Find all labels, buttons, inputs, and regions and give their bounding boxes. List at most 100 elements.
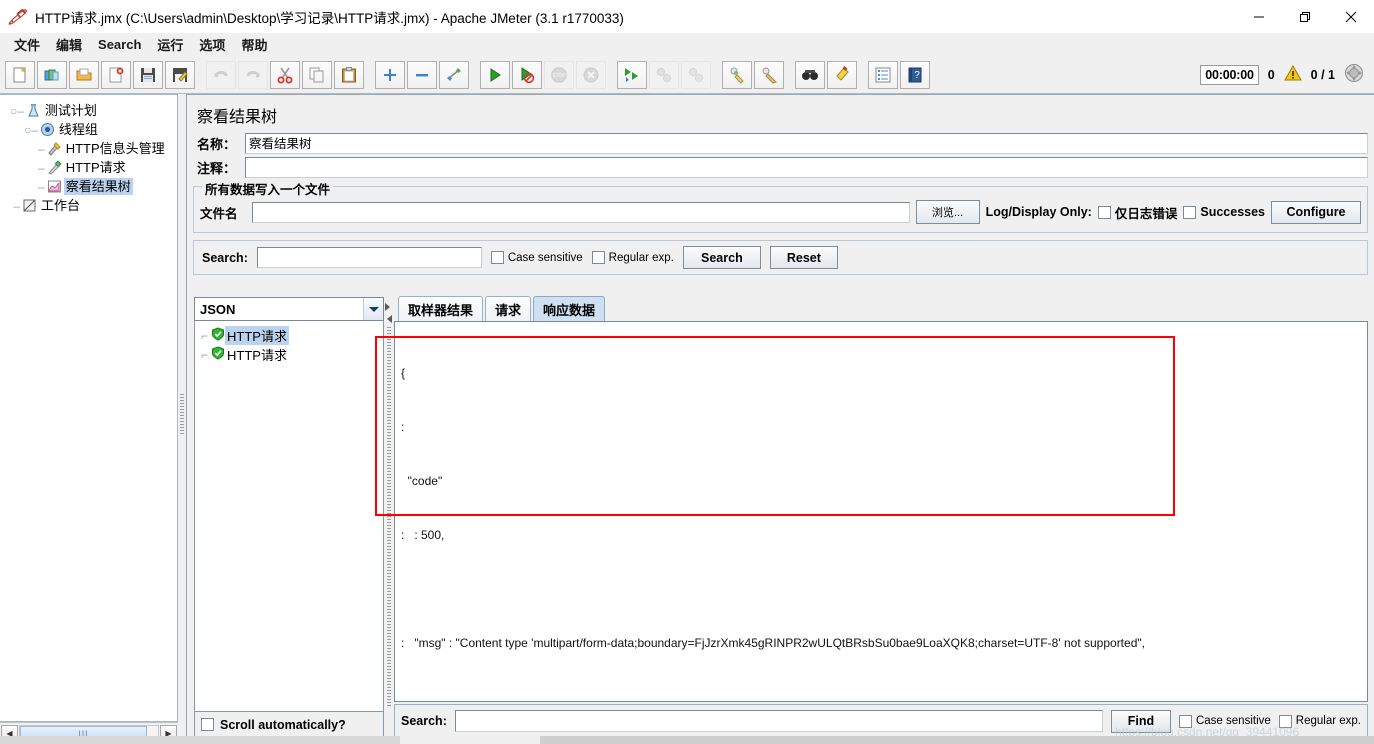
panel-regular-exp-wrap[interactable]: Regular exp. (591, 251, 674, 264)
find-button[interactable]: Find (1110, 709, 1171, 733)
close-button[interactable] (1328, 0, 1374, 34)
warning-count: 0 (1267, 67, 1275, 82)
tab-sampler-result[interactable]: 取样器结果 (398, 296, 484, 322)
panel-case-sensitive-wrap[interactable]: Case sensitive (490, 251, 583, 264)
toggle-icon[interactable] (439, 60, 469, 89)
redo-icon[interactable] (238, 60, 268, 89)
clear-all-icon[interactable] (754, 60, 784, 89)
tree-node-workbench[interactable]: – 工作台 (4, 196, 177, 215)
successes-checkbox[interactable] (1183, 205, 1197, 219)
tree-branch-4: – (10, 198, 21, 213)
split-collapse-right-icon[interactable] (387, 315, 392, 323)
tree-node-http-request[interactable]: – HTTP请求 (4, 158, 177, 177)
errors-only-checkbox-wrap[interactable]: 仅日志错误 (1097, 203, 1177, 222)
response-regular-exp-wrap[interactable]: Regular exp. (1278, 714, 1361, 728)
response-regular-exp-checkbox[interactable] (1278, 714, 1292, 728)
thread-status-icon (1344, 63, 1364, 86)
panel-search-button[interactable]: Search (682, 246, 761, 269)
start-no-pause-icon[interactable] (512, 60, 542, 89)
undo-icon[interactable] (206, 60, 236, 89)
search-icon[interactable] (795, 60, 825, 89)
menu-bar: 文件 编辑 Search 运行 选项 帮助 (0, 34, 1374, 56)
response-data-view[interactable]: { : "code" : : 500, : "msg" : "Content t… (394, 321, 1368, 702)
result-entry-1[interactable]: ⌐ HTTP请求 (201, 326, 383, 345)
results-split-divider[interactable] (384, 297, 394, 738)
tree-branch-1: – (38, 141, 45, 156)
minimize-button[interactable] (1236, 0, 1282, 34)
browse-button[interactable]: 浏览... (915, 200, 980, 224)
response-case-sensitive-wrap[interactable]: Case sensitive (1178, 714, 1271, 728)
clear-icon[interactable] (722, 60, 752, 89)
cut-icon[interactable] (270, 60, 300, 89)
shutdown-icon[interactable] (576, 60, 606, 89)
scroll-automatically-checkbox[interactable] (201, 718, 214, 731)
templates-icon[interactable] (37, 60, 67, 89)
remote-stop-all-icon[interactable] (649, 60, 679, 89)
close-icon[interactable] (101, 60, 131, 89)
tree-node-view-results-tree[interactable]: – 察看结果树 (4, 177, 177, 196)
copy-icon[interactable] (302, 60, 332, 89)
split-collapse-left-icon[interactable] (385, 303, 390, 311)
expand-all-icon[interactable] (375, 60, 405, 89)
save-as-icon[interactable] (165, 60, 195, 89)
response-body-text: { : "code" : : 500, : "msg" : "Content t… (395, 322, 1367, 701)
filename-label: 文件名 (200, 206, 238, 221)
panel-search-bar: Search: Case sensitive Regular exp. Sear… (193, 240, 1368, 275)
name-input[interactable]: 察看结果树 (245, 133, 1368, 154)
tree-label-test-plan: 测试计划 (44, 103, 97, 118)
result-entry-2[interactable]: ⌐ HTTP请求 (201, 345, 383, 364)
response-case-sensitive-checkbox[interactable] (1178, 714, 1192, 728)
comment-label: 注释： (197, 161, 237, 176)
comment-input[interactable] (245, 157, 1368, 178)
tree-branch-2: – (38, 160, 45, 175)
panel-case-sensitive-checkbox[interactable] (490, 251, 504, 264)
tab-request[interactable]: 请求 (485, 296, 532, 322)
response-line-5: : "msg" : "Content type 'multipart/form-… (401, 636, 1145, 650)
tree-expander-test-plan[interactable]: ○– (10, 104, 24, 118)
help-icon[interactable]: ? (900, 60, 930, 89)
stop-icon[interactable]: STOP (544, 60, 574, 89)
response-regular-exp-label: Regular exp. (1295, 715, 1361, 727)
configure-button[interactable]: Configure (1271, 200, 1361, 224)
menu-options[interactable]: 选项 (191, 33, 233, 56)
tree-node-test-plan[interactable]: ○– 测试计划 (4, 101, 177, 120)
render-format-combo[interactable]: JSON (194, 297, 384, 321)
filename-input[interactable] (252, 201, 910, 223)
tree-expander-thread-group[interactable]: ○– (24, 123, 38, 137)
chevron-down-icon[interactable] (363, 298, 383, 320)
tab-response-data[interactable]: 响应数据 (533, 296, 606, 322)
tree-node-thread-group[interactable]: ○– 线程组 (4, 120, 177, 139)
panel-regular-exp-checkbox[interactable] (591, 251, 605, 264)
tree-label-http-request: HTTP请求 (65, 160, 126, 175)
function-helper-icon[interactable] (868, 60, 898, 89)
results-list: ⌐ HTTP请求 ⌐ HTTP请求 (194, 321, 384, 712)
name-field-row: 名称： 察看结果树 (193, 133, 1368, 154)
response-search-input[interactable] (454, 710, 1103, 732)
tree-label-view-results-tree: 察看结果树 (63, 178, 133, 195)
paste-icon[interactable] (334, 60, 364, 89)
menu-run[interactable]: 运行 (149, 33, 191, 56)
start-icon[interactable] (480, 60, 510, 89)
warning-icon[interactable] (1283, 64, 1302, 85)
menu-file[interactable]: 文件 (6, 33, 48, 56)
menu-edit[interactable]: 编辑 (48, 33, 90, 56)
open-icon[interactable] (69, 60, 99, 89)
panel-reset-button[interactable]: Reset (769, 246, 838, 269)
remote-start-all-icon[interactable] (617, 60, 647, 89)
errors-only-checkbox[interactable] (1097, 205, 1111, 219)
scroll-automatically-row[interactable]: Scroll automatically? (194, 712, 384, 738)
main-split-divider[interactable] (178, 94, 186, 744)
new-icon[interactable] (5, 60, 35, 89)
menu-search[interactable]: Search (90, 35, 149, 54)
remote-shutdown-all-icon[interactable] (681, 60, 711, 89)
search-reset-icon[interactable] (827, 60, 857, 89)
successes-checkbox-wrap[interactable]: Successes (1183, 205, 1265, 219)
success-status-icon-2 (211, 346, 225, 363)
maximize-button[interactable] (1282, 0, 1328, 34)
save-icon[interactable] (133, 60, 163, 89)
collapse-all-icon[interactable] (407, 60, 437, 89)
menu-help[interactable]: 帮助 (233, 33, 275, 56)
response-tabs: 取样器结果 请求 响应数据 (394, 296, 1368, 322)
panel-search-input[interactable] (256, 247, 482, 268)
tree-node-header-manager[interactable]: – HTTP信息头管理 (4, 139, 177, 158)
